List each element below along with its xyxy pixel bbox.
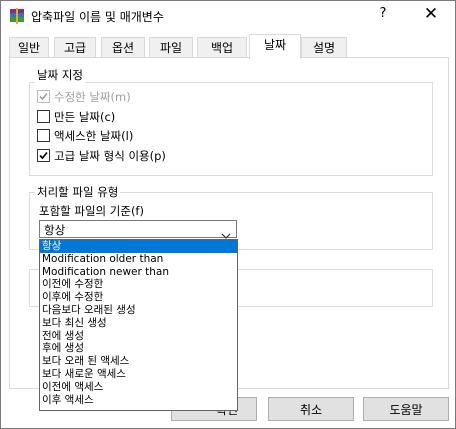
winrar-icon	[9, 8, 25, 24]
dropdown-option[interactable]: 이전에 액세스	[40, 381, 237, 394]
dropdown-option[interactable]: 다음보다 오래된 생성	[40, 304, 237, 317]
dialog-window: 압축파일 이름 및 매개변수 ? ✕ 일반 고급 옵션 파일 백업 날짜 설명 …	[0, 0, 456, 429]
title-bar: 압축파일 이름 및 매개변수 ? ✕	[1, 1, 455, 31]
checkbox-label: 액세스한 날짜(l)	[54, 129, 134, 143]
criteria-select[interactable]: 항상	[39, 220, 237, 239]
file-type-group-label: 처리할 파일 유형	[35, 184, 121, 200]
tab-comment[interactable]: 설명	[301, 37, 347, 58]
checkbox-modified[interactable]: 수정한 날짜(m)	[37, 89, 131, 105]
checkbox-label: 고급 날짜 형식 이용(p)	[54, 149, 166, 163]
checkbox-created[interactable]: 만든 날짜(c)	[37, 109, 115, 125]
dropdown-option[interactable]: 전에 생성	[40, 330, 237, 343]
close-icon[interactable]: ✕	[419, 4, 443, 26]
checkbox-box[interactable]	[37, 90, 50, 103]
checkbox-box[interactable]	[37, 129, 50, 142]
help-icon[interactable]: ?	[371, 6, 395, 26]
tab-bar: 일반 고급 옵션 파일 백업 날짜 설명	[9, 34, 449, 59]
checkbox-box[interactable]	[37, 110, 50, 123]
criteria-label: 포함할 파일의 기준(f)	[39, 204, 144, 218]
criteria-select-value: 항상	[44, 223, 66, 237]
dropdown-option[interactable]: 이후 액세스	[40, 394, 237, 407]
dropdown-option[interactable]: 보다 오래 된 액세스	[40, 355, 237, 368]
tab-files[interactable]: 파일	[149, 37, 193, 58]
date-group-label: 날짜 지정	[35, 67, 85, 83]
tab-advanced[interactable]: 고급	[54, 37, 96, 58]
dropdown-option[interactable]: 보다 최신 생성	[40, 317, 237, 330]
criteria-dropdown-list[interactable]: 항상 Modification older than Modification …	[39, 239, 238, 411]
help-button[interactable]: 도움말	[363, 397, 449, 421]
window-title: 압축파일 이름 및 매개변수	[31, 10, 164, 24]
tab-options[interactable]: 옵션	[101, 37, 145, 58]
checkbox-box[interactable]	[37, 149, 50, 162]
tab-backup[interactable]: 백업	[197, 37, 247, 58]
tab-time[interactable]: 날짜	[249, 34, 301, 59]
checkbox-label: 만든 날짜(c)	[54, 110, 116, 124]
dropdown-option[interactable]: Modification newer than	[40, 266, 237, 279]
checkbox-high-precision[interactable]: 고급 날짜 형식 이용(p)	[37, 148, 166, 164]
checkbox-accessed[interactable]: 액세스한 날짜(l)	[37, 128, 133, 144]
checkbox-label: 수정한 날짜(m)	[54, 90, 131, 104]
dropdown-option[interactable]: 보다 새로운 액세스	[40, 368, 237, 381]
dropdown-option[interactable]: 이후에 수정한	[40, 291, 237, 304]
tab-general[interactable]: 일반	[9, 37, 49, 58]
cancel-button[interactable]: 취소	[268, 397, 354, 421]
dropdown-option[interactable]: Modification older than	[40, 253, 237, 266]
dropdown-option[interactable]: 후에 생성	[40, 342, 237, 355]
dropdown-option[interactable]: 항상	[40, 240, 237, 253]
dropdown-option[interactable]: 이전에 수정한	[40, 278, 237, 291]
